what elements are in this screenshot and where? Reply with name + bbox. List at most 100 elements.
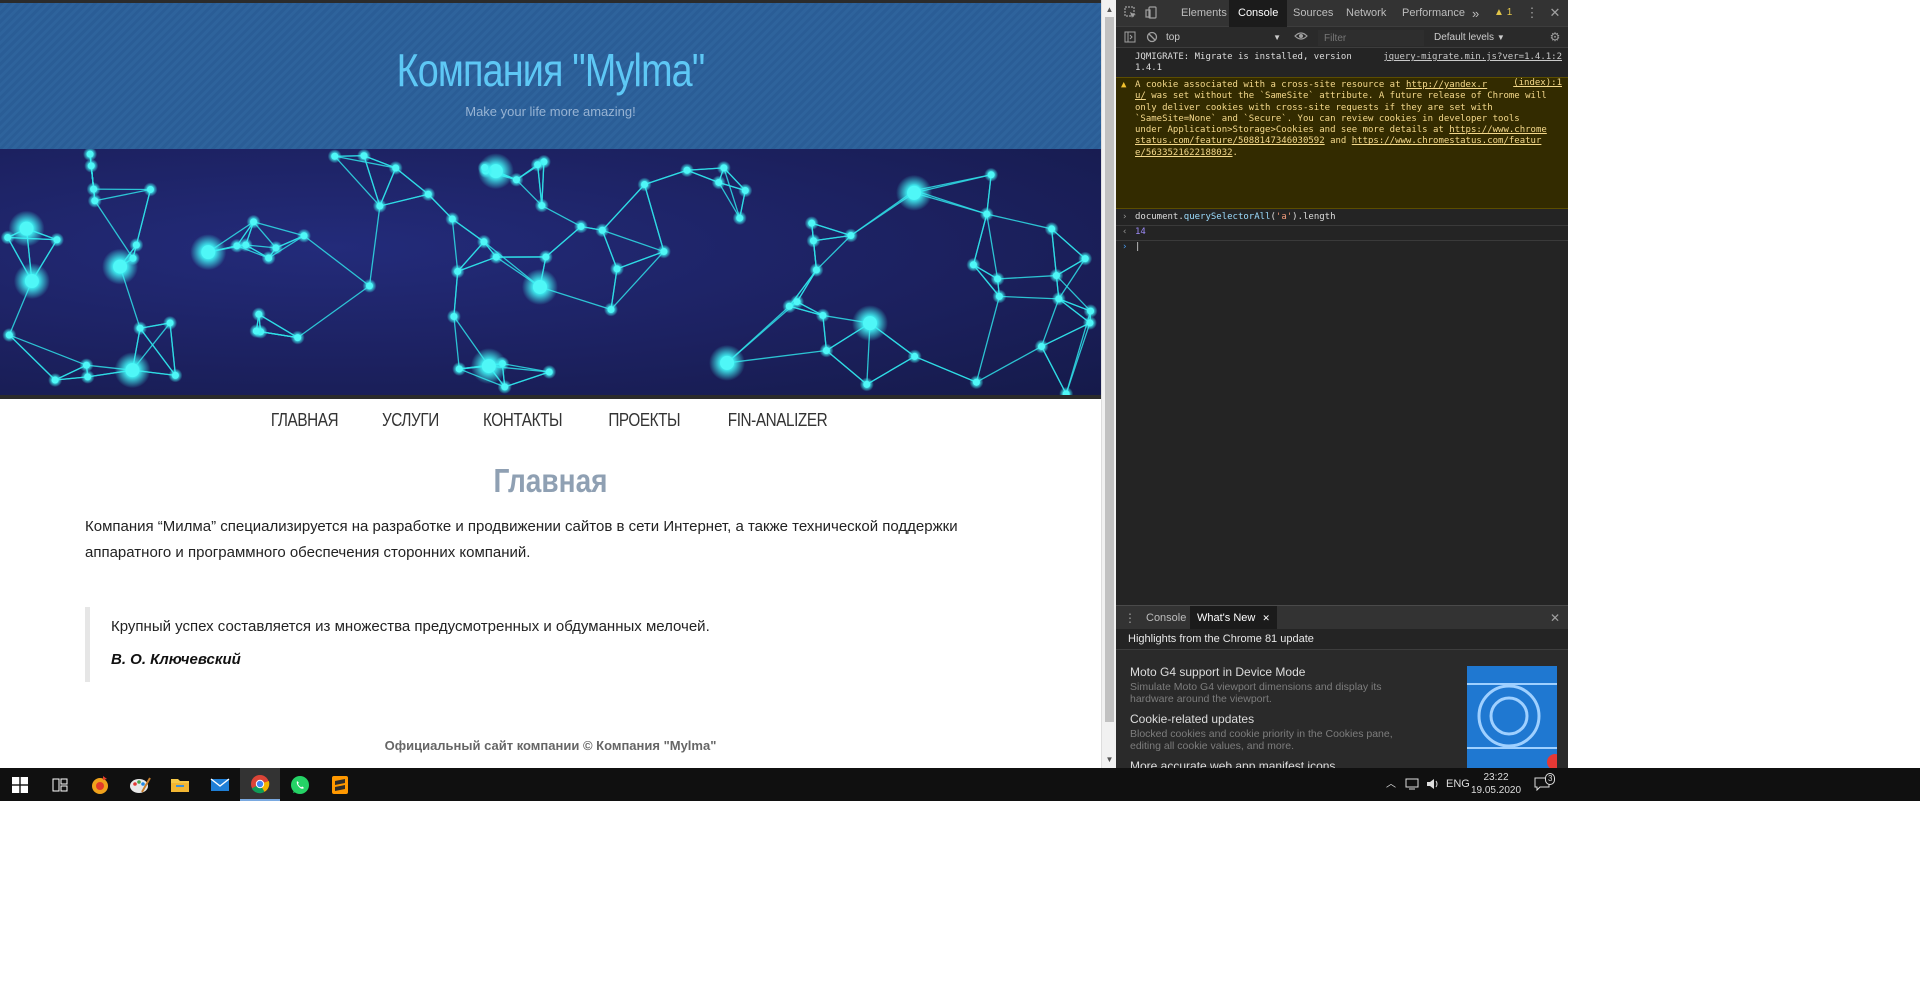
whats-new-item-title[interactable]: More accurate web app manifest icons: [1130, 759, 1335, 768]
task-view-button[interactable]: [40, 768, 80, 801]
close-tab-icon[interactable]: ✕: [1262, 613, 1270, 623]
chrome-button[interactable]: [240, 768, 280, 801]
input-chevron-icon: ›: [1122, 212, 1128, 222]
tab-console[interactable]: Console: [1229, 0, 1288, 27]
network-node: [136, 324, 144, 332]
kebab-menu-icon[interactable]: ⋮: [1525, 6, 1539, 20]
nav-item-fin-analizer[interactable]: FIN-ANALIZER: [727, 410, 827, 431]
console-settings-gear-icon[interactable]: ⚙: [1548, 30, 1562, 44]
inspect-element-icon[interactable]: [1123, 6, 1137, 20]
site-tagline: Make your life more amazing!: [465, 104, 636, 119]
sidebar-toggle-icon[interactable]: [1123, 31, 1137, 45]
nav-item-projects[interactable]: ПРОЕКТЫ: [608, 410, 680, 431]
network-link: [610, 251, 665, 310]
console-warning-message: ▲ A cookie associated with a cross-site …: [1116, 77, 1568, 209]
network-node: [847, 232, 855, 240]
network-node: [1048, 225, 1056, 233]
show-hidden-icons-chevron-up-icon[interactable]: ︿: [1386, 768, 1396, 801]
network-node: [994, 275, 1002, 283]
context-selector[interactable]: top ▼: [1166, 30, 1281, 45]
warning-triangle-icon: ▲: [1121, 80, 1127, 90]
console-toolbar: top ▼ Default levels ▼ ⚙: [1116, 27, 1568, 48]
network-node: [995, 292, 1003, 300]
network-node: [577, 222, 585, 230]
whatsapp-button[interactable]: [280, 768, 320, 801]
network-link: [1051, 228, 1058, 276]
desktop-background: [1568, 0, 1920, 768]
network-node: [862, 316, 877, 331]
network-link: [135, 189, 152, 246]
scroll-down-arrow-icon[interactable]: ▼: [1102, 752, 1117, 767]
volume-icon[interactable]: [1426, 768, 1440, 801]
chromestatus-link-2-cont[interactable]: e/5633521622188032: [1135, 148, 1233, 158]
drawer-menu-icon[interactable]: ⋮: [1123, 611, 1137, 625]
whats-new-item-title[interactable]: Cookie-related updates: [1130, 712, 1254, 726]
network-node: [720, 164, 728, 172]
network-node: [450, 313, 458, 321]
network-node: [660, 248, 668, 256]
network-node: [454, 267, 462, 275]
prompt-chevron-icon: ›: [1122, 242, 1128, 252]
media-player-button[interactable]: [80, 768, 120, 801]
warning-count-badge[interactable]: ▲ 1: [1494, 7, 1512, 18]
whats-new-item-title[interactable]: Moto G4 support in Device Mode: [1130, 665, 1305, 679]
drawer-scrollbar[interactable]: [1558, 650, 1566, 768]
network-icon[interactable]: [1405, 768, 1419, 801]
network-link: [643, 184, 665, 252]
scroll-up-arrow-icon[interactable]: ▲: [1102, 2, 1117, 17]
code-text: document.: [1135, 212, 1184, 222]
device-toolbar-icon[interactable]: [1144, 6, 1158, 20]
mail-button[interactable]: [200, 768, 240, 801]
system-clock[interactable]: 23:22 19.05.2020: [1465, 771, 1527, 797]
log-source-link[interactable]: jquery-migrate.min.js?ver=1.4.1:2: [1383, 52, 1562, 63]
drawer-tab-console[interactable]: Console: [1146, 606, 1186, 630]
task-view-icon: [52, 778, 68, 791]
network-link: [253, 221, 305, 237]
network-node: [863, 380, 871, 388]
drawer-tab-whats-new[interactable]: What's New ✕: [1190, 606, 1277, 630]
network-node: [1038, 342, 1046, 350]
network-node: [51, 376, 59, 384]
chromestatus-link-1-cont[interactable]: status.com/feature/5088147346030592: [1135, 136, 1325, 146]
tab-performance[interactable]: Performance: [1402, 0, 1465, 27]
network-link: [94, 200, 134, 259]
network-node: [822, 347, 830, 355]
more-tabs-button[interactable]: »: [1472, 0, 1479, 27]
clear-console-icon[interactable]: [1145, 31, 1159, 45]
eye-icon[interactable]: [1294, 30, 1308, 44]
close-devtools-icon[interactable]: ✕: [1548, 6, 1562, 20]
nav-item-services[interactable]: УСЛУГИ: [382, 410, 439, 431]
chromestatus-link-2[interactable]: https://www.chromestatus.com/featur: [1352, 136, 1542, 146]
log-levels-dropdown[interactable]: Default levels ▼: [1434, 30, 1505, 45]
start-button[interactable]: [0, 768, 40, 801]
warn-source-link[interactable]: (index):1: [1513, 78, 1562, 89]
warn-link-yandex-cont[interactable]: u/: [1135, 91, 1146, 101]
console-input-echo: › document.querySelectorAll('a').length: [1116, 212, 1568, 226]
nav-item-contacts[interactable]: КОНТАКТЫ: [483, 410, 563, 431]
warn-link-yandex[interactable]: http://yandex.r: [1406, 80, 1487, 90]
chromestatus-link-1[interactable]: https://www.chrome: [1449, 125, 1547, 135]
console-output[interactable]: JQMIGRATE: Migrate is installed, version…: [1116, 49, 1568, 605]
network-node: [983, 210, 991, 218]
clock-time: 23:22: [1483, 772, 1509, 783]
tab-network[interactable]: Network: [1346, 0, 1386, 27]
action-center-button[interactable]: 3: [1534, 768, 1556, 801]
tab-sources[interactable]: Sources: [1293, 0, 1333, 27]
paint-button[interactable]: [120, 768, 160, 801]
console-filter-input[interactable]: [1318, 30, 1424, 46]
network-node: [907, 185, 922, 200]
devtools-panel: Elements Console Sources Network Perform…: [1116, 0, 1568, 768]
below-screen-area: [0, 801, 1920, 981]
file-explorer-button[interactable]: [160, 768, 200, 801]
page-scrollbar[interactable]: ▲ ▼: [1101, 0, 1116, 768]
tab-elements[interactable]: Elements: [1181, 0, 1227, 27]
close-drawer-icon[interactable]: ✕: [1548, 611, 1562, 625]
site-header: Компания "Mylma" Make your life more ama…: [0, 3, 1101, 149]
scrollbar-thumb[interactable]: [1105, 17, 1114, 722]
sublime-text-button[interactable]: [320, 768, 360, 801]
nav-item-home[interactable]: ГЛАВНАЯ: [271, 410, 339, 431]
console-prompt[interactable]: › |: [1116, 242, 1568, 256]
site-title[interactable]: Компания "Mylma": [99, 43, 1002, 97]
drawer-tabbar: ⋮ Console What's New ✕ ✕: [1116, 605, 1568, 630]
network-node: [424, 190, 432, 198]
